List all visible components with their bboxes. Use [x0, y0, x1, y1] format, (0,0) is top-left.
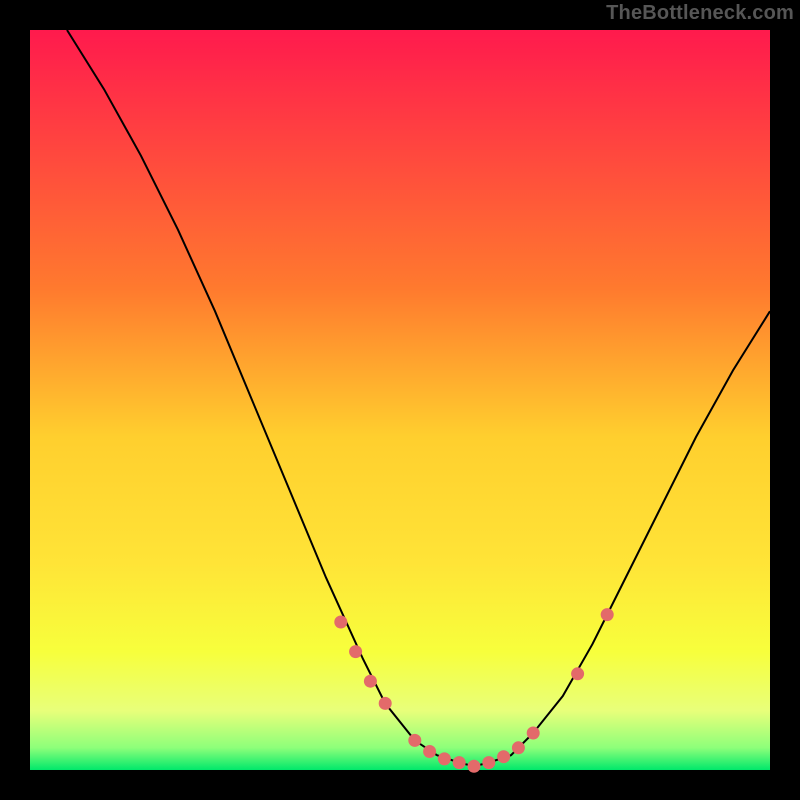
curve-marker	[349, 645, 362, 658]
chart-stage: { "watermark": "TheBottleneck.com", "col…	[0, 0, 800, 800]
curve-marker	[512, 741, 525, 754]
curve-marker	[364, 675, 377, 688]
curve-marker	[482, 756, 495, 769]
curve-marker	[497, 750, 510, 763]
curve-marker	[468, 760, 481, 773]
curve-marker	[438, 752, 451, 765]
chart-gradient-bg	[30, 30, 770, 770]
curve-marker	[379, 697, 392, 710]
curve-marker	[334, 616, 347, 629]
watermark-text: TheBottleneck.com	[606, 2, 794, 25]
curve-marker	[601, 608, 614, 621]
curve-marker	[423, 745, 436, 758]
curve-marker	[408, 734, 421, 747]
curve-marker	[453, 756, 466, 769]
bottleneck-chart	[0, 0, 800, 800]
curve-marker	[527, 727, 540, 740]
curve-marker	[571, 667, 584, 680]
